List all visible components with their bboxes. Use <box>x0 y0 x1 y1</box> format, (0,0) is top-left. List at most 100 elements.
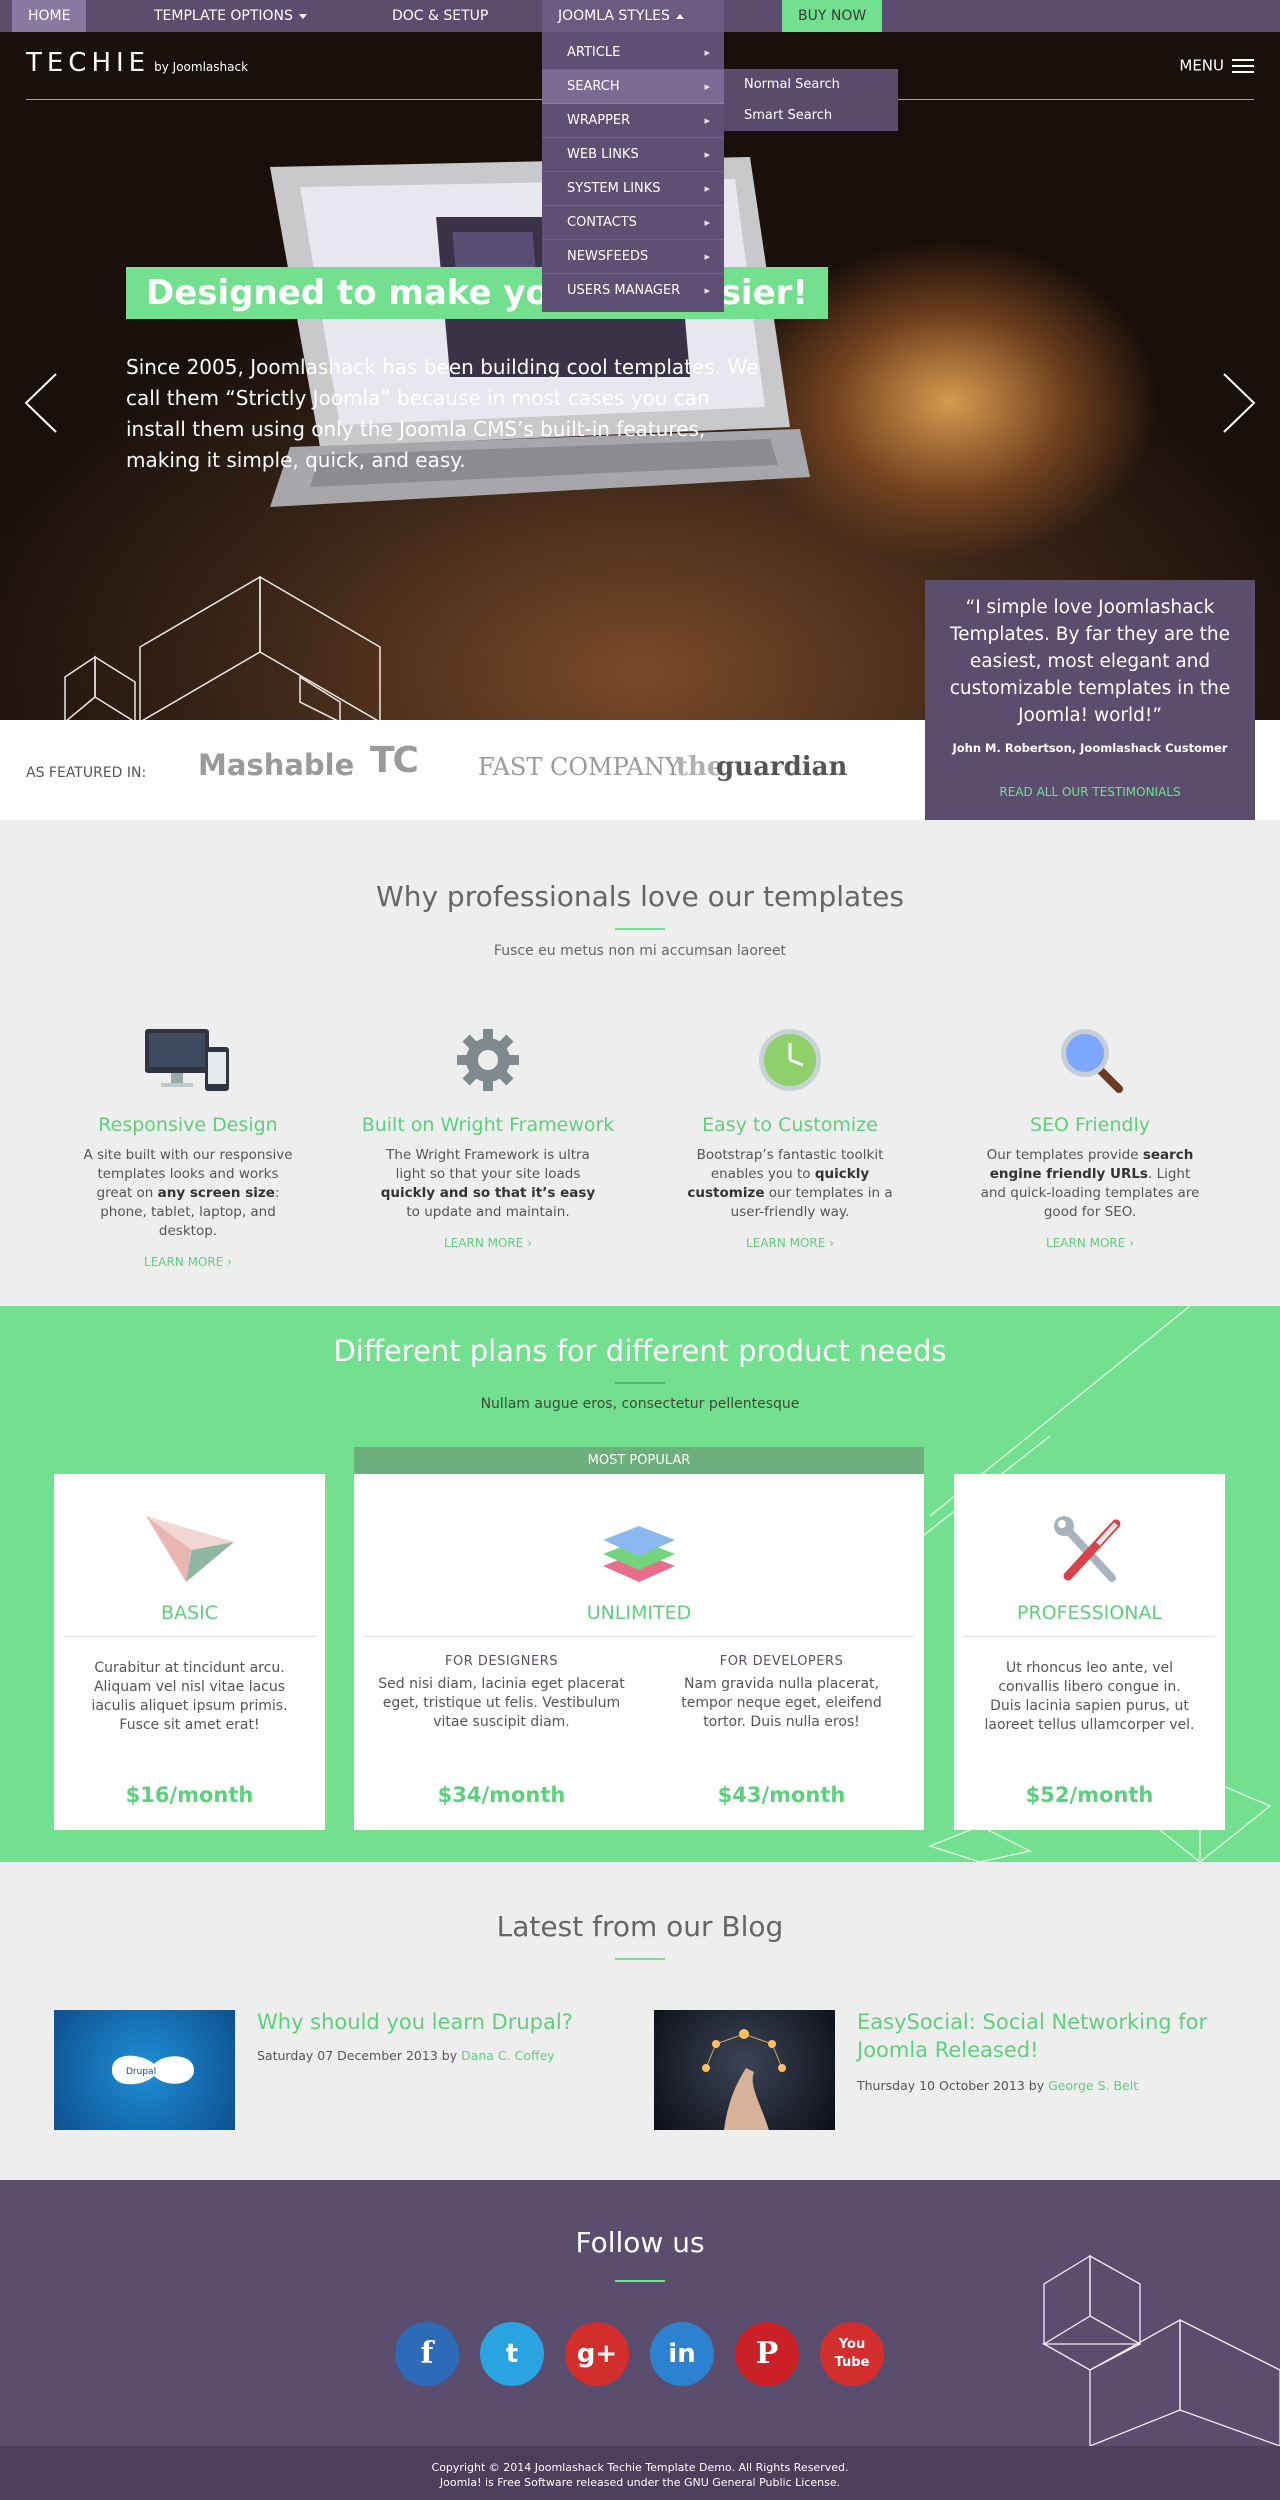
guardian-logo-name: guardian <box>716 752 848 782</box>
dropdown-item-label: ARTICLE <box>567 45 621 60</box>
svg-text:Drupal: Drupal <box>126 2067 156 2077</box>
testimonial-author: John M. Robertson, Joomlashack Customer <box>952 741 1228 755</box>
dropdown-item-wrapper[interactable]: WRAPPER ▸ <box>542 104 724 138</box>
drupal-post-image[interactable]: Drupal <box>54 2010 235 2130</box>
post-author-link[interactable]: George S. Belt <box>1048 2078 1138 2093</box>
learn-more-link[interactable]: LEARN MORE › <box>650 1236 930 1250</box>
nav-joomla-styles[interactable]: JOOMLA STYLES <box>542 0 724 32</box>
devices-icon <box>48 1020 328 1100</box>
dropdown-item-users-manager[interactable]: USERS MANAGER ▸ <box>542 274 724 308</box>
plan-price-developers[interactable]: $43/month <box>654 1783 909 1807</box>
youtube-icon[interactable]: You Tube <box>820 2322 884 2386</box>
hero-description: Since 2005, Joomlashack has been buildin… <box>126 355 759 472</box>
search-submenu: Normal Search Smart Search <box>724 69 898 131</box>
feature-description: The Wright Framework is ultra light so t… <box>348 1146 628 1222</box>
dropdown-item-label: WEB LINKS <box>567 147 639 162</box>
title-underline <box>615 928 665 930</box>
plan-price[interactable]: $16/month <box>54 1783 325 1807</box>
plan-card-professional: PROFESSIONAL Ut rhoncus leo ante, vel co… <box>954 1474 1225 1830</box>
dropdown-item-web-links[interactable]: WEB LINKS ▸ <box>542 138 724 172</box>
post-date: Saturday 07 December 2013 by <box>257 2048 462 2063</box>
learn-more-link[interactable]: LEARN MORE › <box>950 1236 1230 1250</box>
dropdown-item-label: CONTACTS <box>567 215 637 230</box>
google-plus-icon[interactable]: g+ <box>565 2322 629 2386</box>
slider-next-arrow-icon[interactable] <box>1222 372 1256 434</box>
desc-bold: quickly and so that it’s easy <box>380 1185 596 1201</box>
mashable-logo: Mashable <box>198 748 355 782</box>
plan-name: PROFESSIONAL <box>1016 1602 1163 1624</box>
nav-template-options[interactable]: TEMPLATE OPTIONS <box>138 0 323 32</box>
layers-icon <box>603 1526 675 1582</box>
plan-option-designers: FOR DESIGNERS Sed nisi diam, lacinia ege… <box>374 1654 629 1732</box>
learn-more-link[interactable]: LEARN MORE › <box>48 1255 328 1269</box>
title-underline <box>615 2280 665 2282</box>
nav-doc-setup[interactable]: DOC & SETUP <box>376 0 504 32</box>
chevron-right-icon: ▸ <box>704 182 710 195</box>
plan-option-label: FOR DEVELOPERS <box>719 1654 844 1669</box>
chevron-right-icon: ▸ <box>704 250 710 263</box>
blog-post-meta: Thursday 10 October 2013 by George S. Be… <box>857 2078 1138 2093</box>
nav-joomla-styles-label: JOOMLA STYLES <box>558 8 670 24</box>
desc-text: to update and maintain. <box>406 1204 570 1220</box>
dropdown-item-contacts[interactable]: CONTACTS ▸ <box>542 206 724 240</box>
dropdown-item-search[interactable]: SEARCH ▸ <box>542 70 724 104</box>
feature-title: SEO Friendly <box>1029 1114 1150 1136</box>
facebook-icon[interactable]: f <box>395 2322 459 2386</box>
plan-name: UNLIMITED <box>586 1602 692 1624</box>
read-testimonials-link[interactable]: READ ALL OUR TESTIMONIALS <box>947 785 1233 799</box>
featured-label: AS FEATURED IN: <box>26 765 147 781</box>
plan-card-basic: BASIC Curabitur at tincidunt arcu. Aliqu… <box>54 1474 325 1830</box>
feature-title: Built on Wright Framework <box>361 1114 615 1136</box>
footer-license: Joomla! is Free Software released under … <box>439 2476 841 2489</box>
post-date: Thursday 10 October 2013 by <box>857 2078 1049 2093</box>
plan-price-designers[interactable]: $34/month <box>374 1783 629 1807</box>
dropdown-item-label: SYSTEM LINKS <box>567 181 661 196</box>
top-navigation: HOME TEMPLATE OPTIONS DOC & SETUP JOOMLA… <box>0 0 1280 32</box>
logo-byline: by Joomlashack <box>154 60 249 74</box>
why-section-subtitle: Fusce eu metus non mi accumsan laoreet <box>493 943 787 959</box>
footer-copyright: Copyright © 2014 Joomlashack Techie Temp… <box>431 2461 849 2474</box>
feature-wright-framework: Built on Wright Framework The Wright Fra… <box>348 1020 628 1250</box>
blog-post-title[interactable]: Why should you learn Drupal? <box>257 2008 617 2036</box>
feature-description: Bootstrap’s fantastic toolkit enables yo… <box>650 1146 930 1222</box>
techcrunch-logo: TC <box>370 740 419 781</box>
pinterest-icon[interactable]: P <box>735 2322 799 2386</box>
slider-prev-arrow-icon[interactable] <box>24 372 58 434</box>
learn-more-link[interactable]: LEARN MORE › <box>348 1236 628 1250</box>
post-author-link[interactable]: Dana C. Coffey <box>461 2048 555 2063</box>
linkedin-icon[interactable]: in <box>650 2322 714 2386</box>
chevron-right-icon: ▸ <box>704 148 710 161</box>
hamburger-icon <box>1232 55 1254 77</box>
desc-bold: any screen size <box>157 1185 275 1201</box>
menu-toggle[interactable]: MENU <box>1179 55 1254 77</box>
title-underline <box>615 1958 665 1960</box>
plan-description: Curabitur at tincidunt arcu. Aliquam vel… <box>91 1660 288 1733</box>
testimonial-quote: “I simple love Joomlashack Templates. By… <box>949 597 1231 726</box>
desc-text: Our templates provide <box>986 1147 1143 1163</box>
techie-logo[interactable]: TECHIE by Joomlashack <box>26 48 248 78</box>
why-section-title: Why professionals love our templates <box>376 880 904 913</box>
chevron-right-icon: ▸ <box>704 216 710 229</box>
feature-responsive-design: Responsive Design A site built with our … <box>48 1020 328 1269</box>
dropdown-item-article[interactable]: ARTICLE ▸ <box>542 36 724 70</box>
submenu-smart-search[interactable]: Smart Search <box>724 100 898 131</box>
plan-divider <box>364 1636 914 1637</box>
twitter-icon[interactable]: t <box>480 2322 544 2386</box>
paper-plane-icon <box>145 1516 234 1582</box>
nav-home[interactable]: HOME <box>12 0 87 32</box>
dropdown-item-system-links[interactable]: SYSTEM LINKS ▸ <box>542 172 724 206</box>
plan-description: Ut rhoncus leo ante, vel convallis liber… <box>984 1660 1195 1733</box>
plan-name: BASIC <box>161 1602 218 1624</box>
dropdown-item-label: NEWSFEEDS <box>567 249 649 264</box>
blog-post-title[interactable]: EasySocial: Social Networking for Joomla… <box>857 2008 1237 2064</box>
dropdown-item-newsfeeds[interactable]: NEWSFEEDS ▸ <box>542 240 724 274</box>
nav-template-options-label: TEMPLATE OPTIONS <box>154 8 293 24</box>
chevron-right-icon: ▸ <box>704 114 710 127</box>
nav-buy-now[interactable]: BUY NOW <box>782 0 883 32</box>
easysocial-post-image[interactable] <box>654 2010 835 2130</box>
plan-price[interactable]: $52/month <box>954 1783 1225 1807</box>
feature-seo-friendly: SEO Friendly Our templates provide searc… <box>950 1020 1230 1250</box>
gear-icon <box>348 1020 628 1100</box>
chevron-right-icon: ▸ <box>704 80 710 93</box>
submenu-normal-search[interactable]: Normal Search <box>724 69 898 100</box>
